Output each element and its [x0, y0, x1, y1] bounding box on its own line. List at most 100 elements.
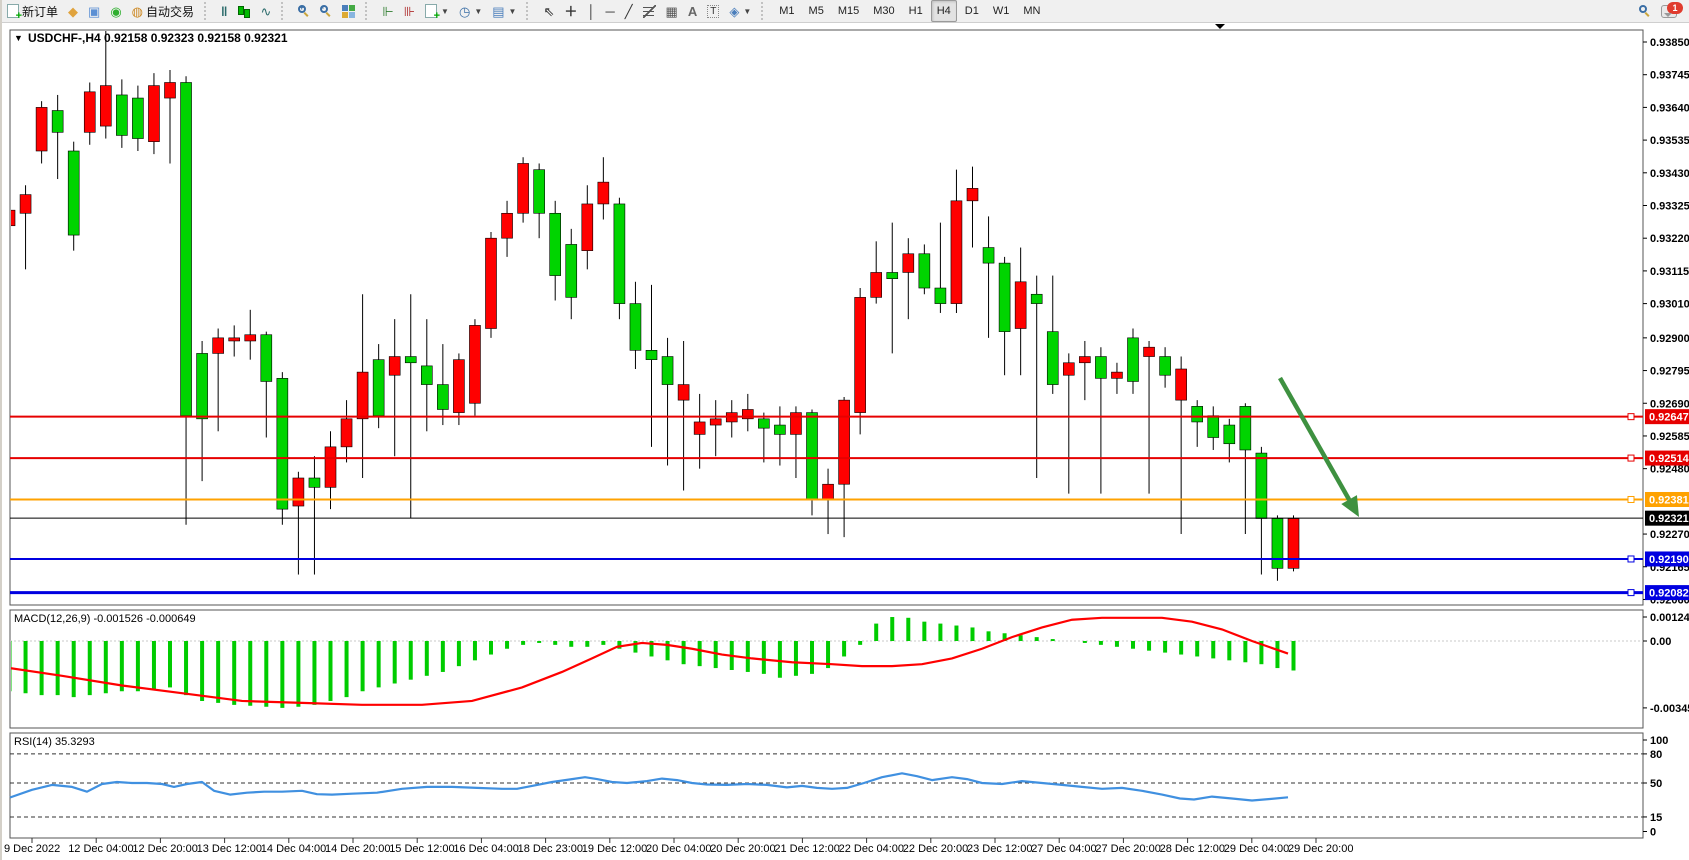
- tile-windows-button[interactable]: [337, 0, 360, 22]
- market-watch-button[interactable]: ◆: [63, 0, 83, 22]
- vertical-line-button[interactable]: │: [582, 0, 600, 22]
- candle-body: [1144, 347, 1155, 356]
- candle-body: [84, 92, 95, 132]
- timeframe-group: M1M5M15M30H1H4D1W1MN: [773, 0, 1046, 22]
- price-tag-label: 0.92321: [1649, 513, 1689, 525]
- candle-body: [518, 163, 529, 213]
- data-window-icon: ▣: [88, 5, 100, 18]
- indicator-window-left-icon: ⊩: [382, 5, 393, 18]
- new-order-button[interactable]: + 新订单: [2, 0, 63, 22]
- zoom-in-button[interactable]: +: [293, 0, 315, 22]
- new-chart-button[interactable]: +▼: [420, 0, 454, 22]
- auto-trading-button[interactable]: ◍ 自动交易: [127, 0, 199, 22]
- price-tag-label: 0.92190: [1649, 554, 1689, 566]
- candle-body: [1031, 294, 1042, 303]
- chevron-down-icon: ▼: [743, 7, 751, 16]
- indicator-window-left-button[interactable]: ⊩: [377, 0, 398, 22]
- template-button[interactable]: ▤▼: [487, 0, 521, 22]
- indicator-window-right-icon: ⊪: [404, 5, 415, 18]
- timeframe-w1[interactable]: W1: [987, 0, 1016, 22]
- candle-body: [1176, 369, 1187, 400]
- line-chart-icon: ∿: [260, 5, 271, 18]
- search-icon[interactable]: [1639, 5, 1651, 17]
- candle-body: [774, 425, 785, 434]
- candle-body: [935, 288, 946, 304]
- chart-title: USDCHF-,H4 0.92158 0.92323 0.92158 0.923…: [28, 31, 288, 45]
- horizontal-line-button[interactable]: ─: [601, 0, 620, 22]
- channels-button[interactable]: ▦: [661, 0, 683, 22]
- fibonacci-icon: [643, 5, 656, 18]
- line-chart-button[interactable]: ∿: [255, 0, 276, 22]
- timeframe-m5[interactable]: M5: [803, 0, 830, 22]
- crosshair-button[interactable]: ＋: [559, 0, 582, 22]
- timeframe-mn[interactable]: MN: [1017, 0, 1046, 22]
- candle-body: [999, 263, 1010, 332]
- timeframe-h1[interactable]: H1: [903, 0, 929, 22]
- time-axis-label: 28 Dec 12:00: [1160, 843, 1225, 855]
- time-axis-label: 23 Dec 12:00: [967, 843, 1032, 855]
- time-axis-label: 16 Dec 04:00: [453, 843, 518, 855]
- timeframe-m30[interactable]: M30: [867, 0, 900, 22]
- candle-body: [453, 360, 464, 413]
- chat-icon[interactable]: 1: [1661, 5, 1677, 18]
- bar-chart-icon: ‖: [221, 5, 227, 18]
- timeframe-m1[interactable]: M1: [773, 0, 800, 22]
- zoom-in-icon: +: [298, 5, 310, 17]
- zoom-out-button[interactable]: -: [315, 0, 337, 22]
- hline-handle[interactable]: [1628, 414, 1634, 420]
- hline-handle[interactable]: [1628, 590, 1634, 596]
- fibonacci-button[interactable]: [638, 0, 661, 22]
- candle-body: [213, 338, 224, 354]
- candle-body: [903, 254, 914, 273]
- bar-chart-button[interactable]: ‖: [216, 0, 232, 22]
- macd-axis-tick: 0.00: [1650, 636, 1671, 648]
- crosshair-icon: ＋: [564, 5, 577, 18]
- indicator-window-right-button[interactable]: ⊪: [399, 0, 420, 22]
- candle-body: [100, 86, 111, 126]
- candle-body: [919, 254, 930, 288]
- chevron-down-icon: ▼: [441, 7, 449, 16]
- timeframe-m15[interactable]: M15: [832, 0, 865, 22]
- rsi-axis-tick: 15: [1650, 812, 1662, 824]
- price-axis-tick: 0.93745: [1650, 70, 1689, 82]
- candlestick-chart-button[interactable]: [232, 0, 255, 22]
- time-axis-label: 20 Dec 20:00: [710, 843, 775, 855]
- candle-body: [165, 82, 176, 98]
- hline-handle[interactable]: [1628, 556, 1634, 562]
- time-axis-label: 27 Dec 20:00: [1095, 843, 1160, 855]
- chart-shift-marker-icon[interactable]: [1215, 24, 1225, 29]
- candle-body: [36, 107, 47, 151]
- signals-button[interactable]: ◉: [105, 0, 126, 22]
- price-axis-tick: 0.93430: [1650, 168, 1689, 180]
- hline-handle[interactable]: [1628, 496, 1634, 502]
- trendline-button[interactable]: ╱: [620, 0, 638, 22]
- cursor-button[interactable]: ⇖: [538, 0, 559, 22]
- timeframe-d1[interactable]: D1: [959, 0, 985, 22]
- hline-handle[interactable]: [1628, 455, 1634, 461]
- time-axis-label: 12 Dec 20:00: [132, 843, 197, 855]
- tile-windows-icon: [342, 5, 355, 18]
- chart-canvas[interactable]: 0.938500.937450.936400.935350.934300.933…: [2, 0, 1689, 860]
- arrows-button[interactable]: ◈▼: [724, 0, 756, 22]
- zoom-out-icon: -: [320, 5, 332, 17]
- rsi-axis-tick: 80: [1650, 749, 1662, 761]
- price-tag-label: 0.92514: [1649, 453, 1689, 465]
- time-axis-label: 29 Dec 20:00: [1288, 843, 1353, 855]
- toolbar-separator: [365, 2, 374, 20]
- collapse-icon[interactable]: ▼: [14, 33, 23, 43]
- candle-body: [1128, 338, 1139, 382]
- toolbar-separator: [281, 2, 290, 20]
- candle-body: [469, 325, 480, 403]
- toolbar-separator: [204, 2, 213, 20]
- data-window-button[interactable]: ▣: [83, 0, 105, 22]
- candle-body: [1047, 332, 1058, 385]
- clock-icon: ◷: [459, 5, 470, 18]
- candlestick-chart-icon: [237, 4, 250, 18]
- text-label-button[interactable]: T: [702, 0, 724, 22]
- arrows-icon: ◈: [729, 5, 739, 18]
- period-button[interactable]: ◷▼: [454, 0, 487, 22]
- timeframe-h4[interactable]: H4: [931, 0, 957, 22]
- text-button[interactable]: A: [683, 0, 702, 22]
- price-axis-tick: 0.93640: [1650, 102, 1689, 114]
- candle-body: [229, 338, 240, 341]
